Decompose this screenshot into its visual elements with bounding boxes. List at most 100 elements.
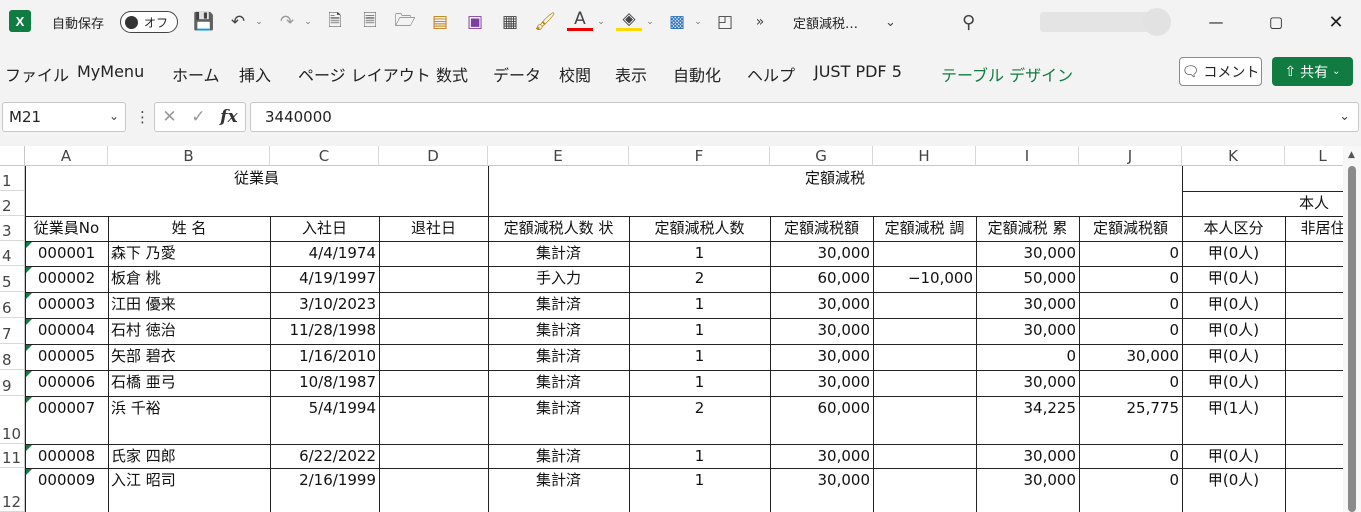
table-cell[interactable]: 000002 [25,266,108,290]
scroll-thumb[interactable] [1348,166,1356,512]
table-cell[interactable]: 30,000 [770,370,873,394]
column-header-j[interactable]: J [1079,146,1182,166]
table-cell[interactable]: 1 [629,344,770,368]
table-cell[interactable]: 000007 [25,396,108,420]
table-cell[interactable]: 000009 [25,468,108,492]
table-cell[interactable]: 板倉 桃 [108,266,270,290]
column-header-g[interactable]: G [770,146,873,166]
redo-dropdown-icon[interactable]: ⌄ [303,9,313,35]
tab-mymenu[interactable]: MyMenu [77,62,144,81]
table-cell[interactable]: 甲(0人) [1182,370,1285,394]
fill-color-icon[interactable]: ◈ [616,9,642,31]
column-header-h[interactable]: H [873,146,976,166]
row-header-9[interactable]: 9 [0,370,25,396]
avatar[interactable] [1143,8,1171,36]
insert-function-icon[interactable]: fx [220,107,237,127]
tab-home[interactable]: ホーム [172,62,220,86]
picture-icon[interactable]: ▤ [427,9,453,35]
formula-input[interactable]: 3440000 ⌄ [250,102,1359,132]
table-cell[interactable]: 10/8/1987 [270,370,379,394]
table-cell[interactable]: 11/28/1998 [270,318,379,342]
table-cell[interactable]: 3/10/2023 [270,292,379,316]
object-icon[interactable]: ◰ [712,9,738,35]
table-cell[interactable]: 0 [976,344,1079,368]
table-cell[interactable]: 000008 [25,444,108,468]
tab-table-design[interactable]: テーブル デザイン [941,62,1073,86]
document-title[interactable]: 定額減税… [793,9,858,35]
cancel-icon[interactable]: ✕ [162,107,176,127]
more-vertical-icon[interactable]: ⋮ [135,108,150,126]
more-icon[interactable]: » [747,9,773,35]
row-header-8[interactable]: 8 [0,344,25,370]
table-cell[interactable]: −10,000 [873,266,976,290]
table-cell[interactable]: 入江 昭司 [108,468,270,492]
column-header-a[interactable]: A [25,146,108,166]
tab-review[interactable]: 校閲 [559,62,591,86]
spreadsheet-grid[interactable]: A B C D E F G H I J K L 1 2 3 4 5 6 7 8 9 10 11 12 従業員 定額減税 本人 従業員N… [0,146,1361,512]
table-cell[interactable] [379,241,488,265]
column-header-k[interactable]: K [1182,146,1285,166]
table-cell[interactable]: 甲(0人) [1182,444,1285,468]
form-icon[interactable]: ▣ [462,9,488,35]
new-file-icon[interactable]: 🗎 [322,9,348,35]
print-preview-icon[interactable]: 🗏 [357,9,383,35]
tab-insert[interactable]: 挿入 [239,62,271,86]
table-cell[interactable]: 30,000 [976,292,1079,316]
table-cell[interactable]: 1 [629,292,770,316]
tab-page-layout[interactable]: ページ レイアウト [298,62,431,86]
undo-dropdown-icon[interactable]: ⌄ [254,9,264,35]
table-cell[interactable] [379,444,488,468]
table-cell[interactable]: 30,000 [976,468,1079,492]
row-header-7[interactable]: 7 [0,318,25,344]
table-cell[interactable]: 000005 [25,344,108,368]
table-cell[interactable]: 1 [629,468,770,492]
name-box[interactable]: M21 ⌄ [2,102,126,132]
row-header-4[interactable]: 4 [0,241,25,266]
column-header-d[interactable]: D [379,146,488,166]
table-cell[interactable]: 000003 [25,292,108,316]
table-cell[interactable]: 石橋 亜弓 [108,370,270,394]
table-cell[interactable]: 0 [1079,444,1182,468]
enter-icon[interactable]: ✓ [191,107,205,127]
table-cell[interactable] [873,370,976,394]
table-cell[interactable]: 000001 [25,241,108,265]
autosave-toggle[interactable]: オフ [120,11,178,33]
table-cell[interactable]: 甲(0人) [1182,468,1285,492]
table-cell[interactable]: 集計済 [488,318,629,342]
table-cell[interactable]: 森下 乃愛 [108,241,270,265]
table-cell[interactable]: 江田 優来 [108,292,270,316]
table-cell[interactable]: 甲(0人) [1182,292,1285,316]
row-header-5[interactable]: 5 [0,266,25,292]
table-cell[interactable] [379,292,488,316]
table-cell[interactable] [379,318,488,342]
tab-automate[interactable]: 自動化 [673,62,721,86]
table-cell[interactable]: 30,000 [976,444,1079,468]
name-box-chevron-down-icon[interactable]: ⌄ [109,109,119,123]
tab-help[interactable]: ヘルプ [747,62,795,86]
table-cell[interactable]: 30,000 [976,318,1079,342]
tab-formulas[interactable]: 数式 [436,62,468,86]
table-cell[interactable]: 甲(0人) [1182,318,1285,342]
table-cell[interactable]: 1/16/2010 [270,344,379,368]
table-cell[interactable]: 手入力 [488,266,629,290]
table-cell[interactable]: 000006 [25,370,108,394]
font-color-dropdown-icon[interactable]: ⌄ [596,9,606,35]
search-icon[interactable]: ⚲ [962,9,975,35]
table-cell[interactable]: 集計済 [488,292,629,316]
tab-view[interactable]: 表示 [615,62,647,86]
fill-color-dropdown-icon[interactable]: ⌄ [645,9,655,35]
font-color-icon[interactable]: A [567,9,593,31]
redo-icon[interactable]: ↷ [274,9,300,35]
table-cell[interactable]: 4/19/1997 [270,266,379,290]
select-all-corner[interactable] [0,146,25,166]
table-cell[interactable]: 甲(0人) [1182,266,1285,290]
table-cell[interactable]: 集計済 [488,241,629,265]
row-header-3[interactable]: 3 [0,216,25,241]
table-cell[interactable]: 1 [629,444,770,468]
table-cell[interactable]: 4/4/1974 [270,241,379,265]
tab-data[interactable]: データ [493,62,541,86]
table-cell[interactable]: 0 [1079,370,1182,394]
table-cell[interactable] [379,396,488,420]
table-cell[interactable]: 50,000 [976,266,1079,290]
table-cell[interactable]: 0 [1079,266,1182,290]
